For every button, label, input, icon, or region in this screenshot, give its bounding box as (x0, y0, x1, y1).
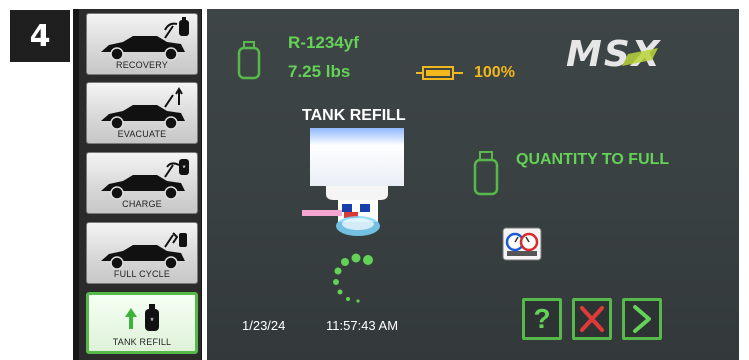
time-label: 11:57:43 AM (326, 318, 399, 333)
cancel-button[interactable] (572, 298, 612, 340)
sidebar-item-charge[interactable]: * CHARGE (86, 152, 198, 214)
quantity-to-full-label: QUANTITY TO FULL (516, 151, 670, 168)
step-number-badge: 4 (10, 10, 70, 62)
refrigerant-weight: 7.25 lbs (288, 62, 351, 81)
svg-text:*: * (150, 316, 154, 326)
close-icon (580, 306, 604, 332)
quantity-tank-icon (473, 151, 499, 196)
msx-logo: MSX (566, 36, 660, 72)
manifold-gauge-button[interactable] (502, 227, 542, 261)
battery-percent: 100% (474, 64, 515, 81)
sidebar-item-label: FULL CYCLE (113, 269, 171, 279)
help-button[interactable]: ? (522, 298, 562, 340)
sidebar-item-label: EVACUATE (117, 129, 167, 139)
loading-spinner-icon (333, 253, 373, 303)
manifold-gauge-icon (502, 227, 542, 261)
sidebar-item-label: CHARGE (122, 199, 162, 209)
sidebar-item-tank-refill[interactable]: * TANK REFILL (86, 292, 198, 354)
chevron-right-icon (633, 305, 651, 333)
sidebar-item-recovery[interactable]: RECOVERY (86, 13, 198, 75)
sidebar-item-label: TANK REFILL (112, 337, 172, 347)
battery-icon (416, 66, 463, 80)
svg-text:*: * (182, 164, 185, 173)
tank-refill-illustration (302, 128, 404, 236)
refrigerant-type: R-1234yf (288, 33, 359, 52)
page-title: TANK REFILL (302, 107, 406, 124)
date-label: 1/23/24 (242, 318, 286, 333)
sidebar-item-full-cycle[interactable]: FULL CYCLE (86, 222, 198, 284)
sidebar-item-label: RECOVERY (116, 60, 168, 70)
next-button[interactable] (622, 298, 662, 340)
help-icon: ? (533, 303, 551, 334)
sidebar-item-evacuate[interactable]: EVACUATE (86, 82, 198, 144)
refrigerant-tank-icon (237, 41, 261, 80)
screenshot-stage: 4 RECOVERY EVACUATE * CHARGE FULL CYCLE … (0, 0, 749, 360)
